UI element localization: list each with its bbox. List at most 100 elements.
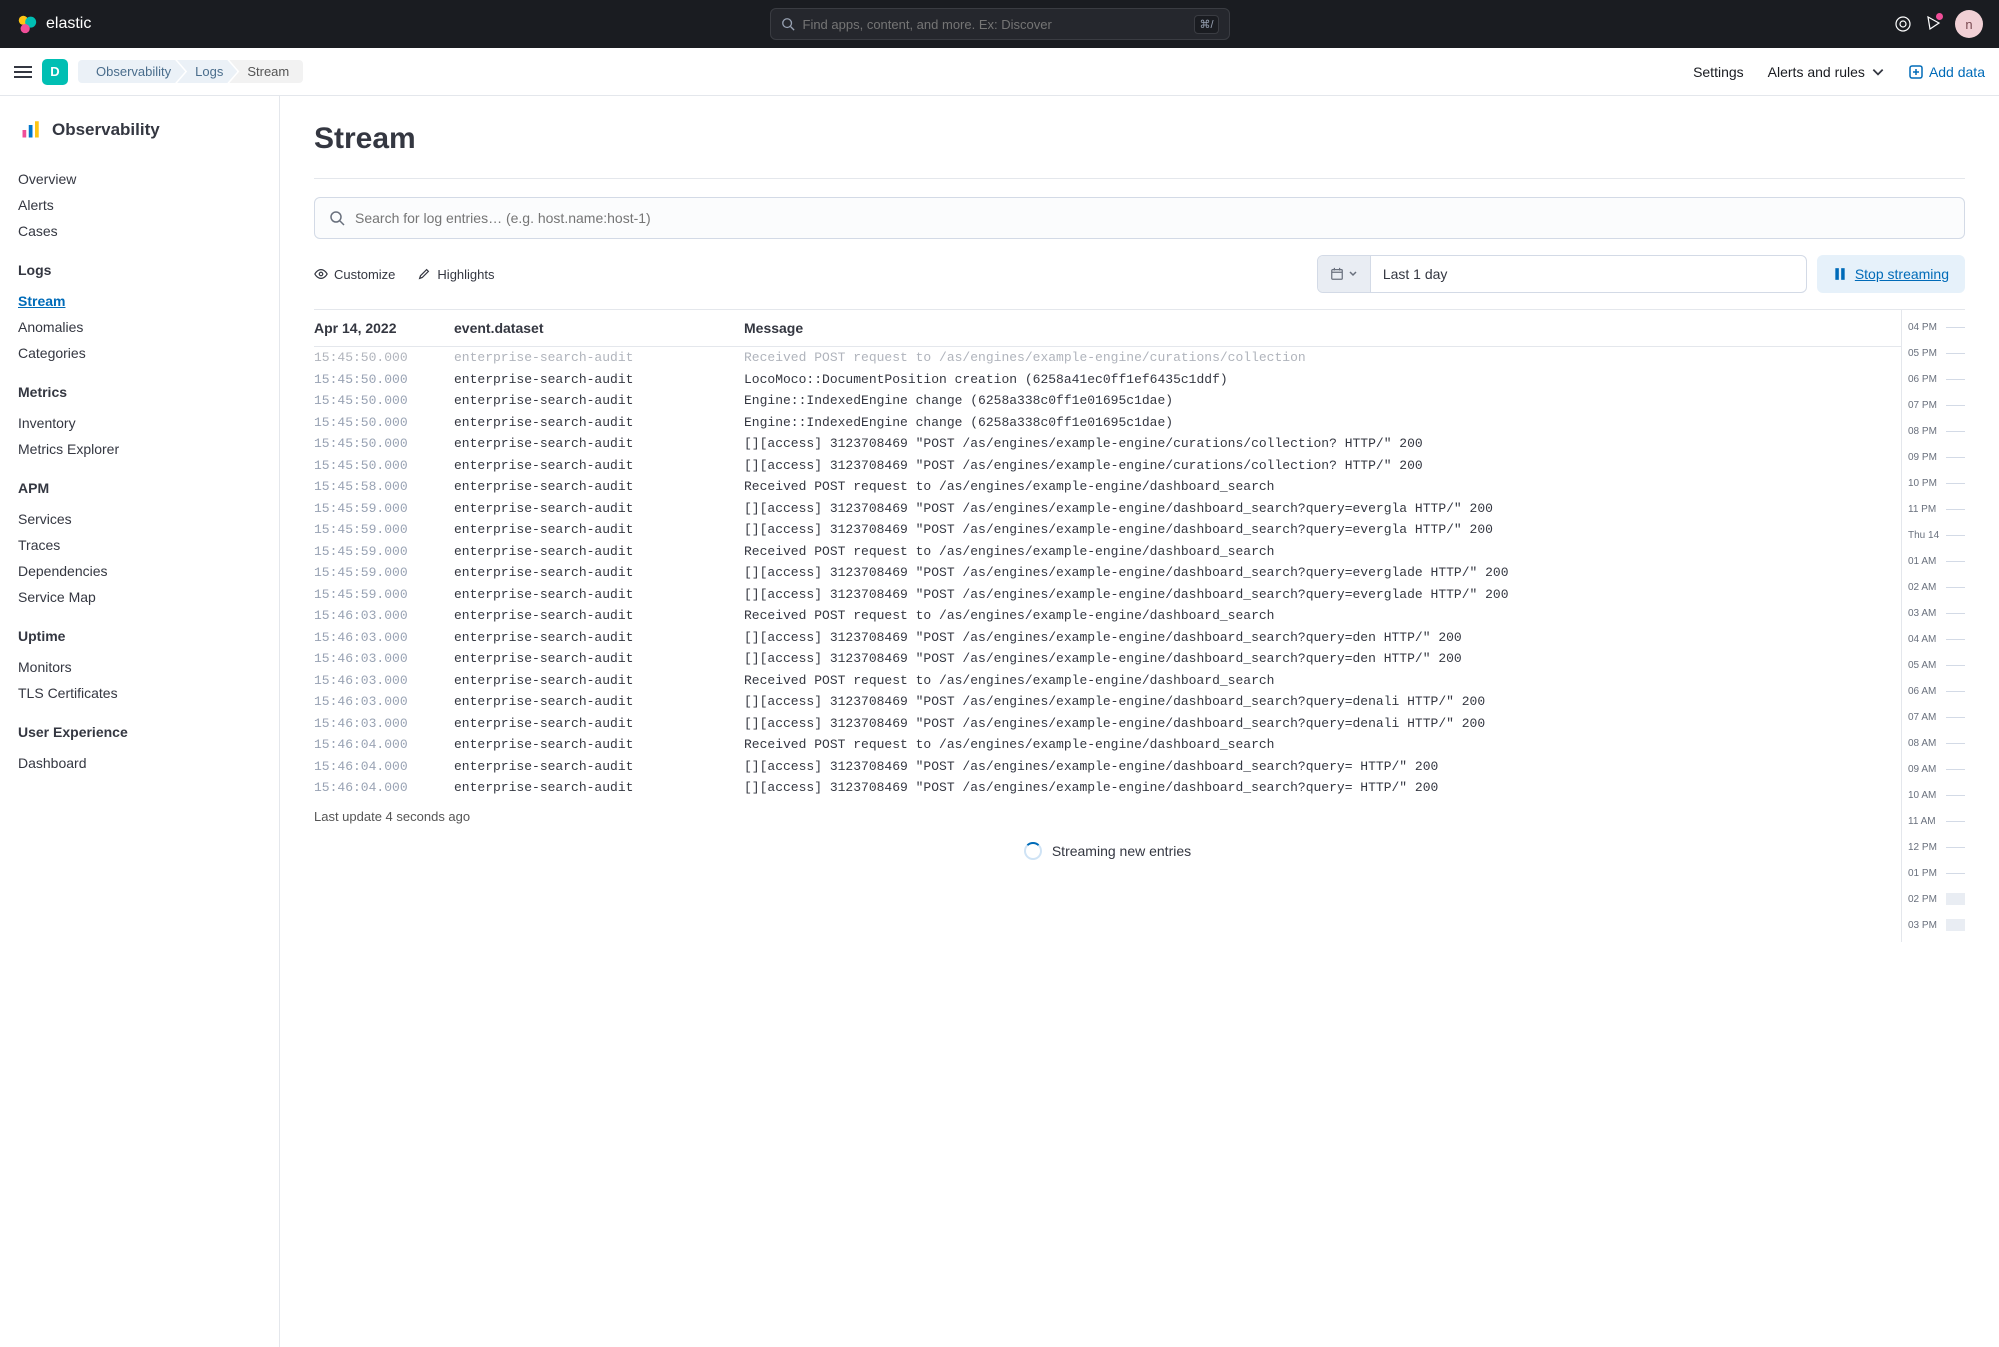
global-search-input[interactable] bbox=[803, 17, 1187, 32]
minimap-tick[interactable]: 03 AM bbox=[1908, 600, 1965, 626]
log-row[interactable]: 15:46:04.000enterprise-search-audit[][ac… bbox=[314, 777, 1901, 799]
sidebar-item-service-map[interactable]: Service Map bbox=[18, 584, 261, 610]
minimap-tick[interactable]: 05 AM bbox=[1908, 652, 1965, 678]
log-row[interactable]: 15:46:03.000enterprise-search-auditRecei… bbox=[314, 670, 1901, 692]
brand-logo[interactable]: elastic bbox=[16, 13, 91, 35]
minimap-tick[interactable]: 01 AM bbox=[1908, 548, 1965, 574]
log-row[interactable]: 15:46:04.000enterprise-search-audit[][ac… bbox=[314, 756, 1901, 778]
minimap-tick[interactable]: 06 PM bbox=[1908, 366, 1965, 392]
global-search[interactable]: ⌘/ bbox=[770, 8, 1230, 40]
breadcrumb-logs[interactable]: Logs bbox=[177, 60, 237, 83]
log-timestamp: 15:45:50.000 bbox=[314, 456, 454, 476]
minimap-tick[interactable]: 12 PM bbox=[1908, 834, 1965, 860]
log-row[interactable]: 15:46:03.000enterprise-search-audit[][ac… bbox=[314, 713, 1901, 735]
sidebar-item-inventory[interactable]: Inventory bbox=[18, 410, 261, 436]
minimap-tick[interactable]: 09 PM bbox=[1908, 444, 1965, 470]
log-row[interactable]: 15:46:04.000enterprise-search-auditRecei… bbox=[314, 734, 1901, 756]
log-message: [][access] 3123708469 "POST /as/engines/… bbox=[744, 757, 1901, 777]
log-row[interactable]: 15:45:50.000enterprise-search-audit[][ac… bbox=[314, 433, 1901, 455]
minimap-tick[interactable]: Thu 14 bbox=[1908, 522, 1965, 548]
minimap-tick[interactable]: 07 AM bbox=[1908, 704, 1965, 730]
sidebar-item-metrics-explorer[interactable]: Metrics Explorer bbox=[18, 436, 261, 462]
sidebar-item-anomalies[interactable]: Anomalies bbox=[18, 314, 261, 340]
log-dataset: enterprise-search-audit bbox=[454, 434, 744, 454]
minimap-tick[interactable]: 05 PM bbox=[1908, 340, 1965, 366]
sidebar-item-dependencies[interactable]: Dependencies bbox=[18, 558, 261, 584]
log-row[interactable]: 15:45:50.000enterprise-search-auditEngin… bbox=[314, 390, 1901, 412]
sidebar-item-monitors[interactable]: Monitors bbox=[18, 654, 261, 680]
sidebar-heading-apm: APM bbox=[18, 480, 261, 496]
time-minimap[interactable]: 04 PM05 PM06 PM07 PM08 PM09 PM10 PM11 PM… bbox=[1901, 310, 1965, 942]
main-content: Stream Customize Highlights bbox=[280, 96, 1999, 1347]
log-timestamp: 15:45:59.000 bbox=[314, 563, 454, 583]
minimap-tick[interactable]: 10 PM bbox=[1908, 470, 1965, 496]
sidebar-heading-logs: Logs bbox=[18, 262, 261, 278]
minimap-tick[interactable]: 08 AM bbox=[1908, 730, 1965, 756]
log-row[interactable]: 15:46:03.000enterprise-search-auditRecei… bbox=[314, 605, 1901, 627]
elastic-logo-icon bbox=[16, 13, 38, 35]
sidebar-item-categories[interactable]: Categories bbox=[18, 340, 261, 366]
user-avatar[interactable]: n bbox=[1955, 10, 1983, 38]
minimap-tick[interactable]: 11 PM bbox=[1908, 496, 1965, 522]
breadcrumb-observability[interactable]: Observability bbox=[78, 60, 185, 83]
sidebar-heading-user-experience: User Experience bbox=[18, 724, 261, 740]
minimap-tick[interactable]: 10 AM bbox=[1908, 782, 1965, 808]
search-kbd-hint: ⌘/ bbox=[1194, 15, 1218, 34]
log-row[interactable]: 15:45:59.000enterprise-search-audit[][ac… bbox=[314, 584, 1901, 606]
minimap-tick[interactable]: 02 AM bbox=[1908, 574, 1965, 600]
newsfeed-button[interactable] bbox=[1925, 15, 1941, 34]
minimap-tick[interactable]: 07 PM bbox=[1908, 392, 1965, 418]
log-search-input[interactable] bbox=[355, 210, 1950, 226]
minimap-tick[interactable]: 06 AM bbox=[1908, 678, 1965, 704]
highlights-button[interactable]: Highlights bbox=[417, 267, 494, 282]
sidebar-item-tls-certificates[interactable]: TLS Certificates bbox=[18, 680, 261, 706]
calendar-button[interactable] bbox=[1318, 256, 1371, 292]
sidebar-item-dashboard[interactable]: Dashboard bbox=[18, 750, 261, 776]
log-message: Received POST request to /as/engines/exa… bbox=[744, 606, 1901, 626]
minimap-tick[interactable]: 04 PM bbox=[1908, 314, 1965, 340]
log-dataset: enterprise-search-audit bbox=[454, 370, 744, 390]
log-row[interactable]: 15:45:50.000enterprise-search-auditLocoM… bbox=[314, 369, 1901, 391]
minimap-tick[interactable]: 02 PM bbox=[1908, 886, 1965, 912]
log-dataset: enterprise-search-audit bbox=[454, 520, 744, 540]
sidebar-item-overview[interactable]: Overview bbox=[18, 166, 261, 192]
minimap-tick[interactable]: 09 AM bbox=[1908, 756, 1965, 782]
minimap-tick[interactable]: 08 PM bbox=[1908, 418, 1965, 444]
log-row[interactable]: 15:45:50.000enterprise-search-auditRecei… bbox=[314, 347, 1901, 369]
help-icon[interactable] bbox=[1895, 16, 1911, 32]
sidebar-item-stream[interactable]: Stream bbox=[18, 288, 261, 314]
log-message: [][access] 3123708469 "POST /as/engines/… bbox=[744, 649, 1901, 669]
sidebar-item-alerts[interactable]: Alerts bbox=[18, 192, 261, 218]
log-row[interactable]: 15:45:59.000enterprise-search-audit[][ac… bbox=[314, 519, 1901, 541]
log-row[interactable]: 15:45:50.000enterprise-search-auditEngin… bbox=[314, 412, 1901, 434]
stop-streaming-button[interactable]: Stop streaming bbox=[1817, 255, 1965, 293]
sidebar-item-services[interactable]: Services bbox=[18, 506, 261, 532]
space-selector[interactable]: D bbox=[42, 59, 68, 85]
log-row[interactable]: 15:45:59.000enterprise-search-audit[][ac… bbox=[314, 562, 1901, 584]
minimap-tick[interactable]: 11 AM bbox=[1908, 808, 1965, 834]
log-search-bar[interactable] bbox=[314, 197, 1965, 239]
nav-toggle-button[interactable] bbox=[14, 66, 32, 78]
sidebar-item-traces[interactable]: Traces bbox=[18, 532, 261, 558]
log-row[interactable]: 15:46:03.000enterprise-search-audit[][ac… bbox=[314, 691, 1901, 713]
log-timestamp: 15:46:03.000 bbox=[314, 671, 454, 691]
search-icon bbox=[329, 210, 345, 226]
customize-button[interactable]: Customize bbox=[314, 267, 395, 282]
log-dataset: enterprise-search-audit bbox=[454, 477, 744, 497]
minimap-tick[interactable]: 01 PM bbox=[1908, 860, 1965, 886]
alerts-rules-menu[interactable]: Alerts and rules bbox=[1768, 64, 1885, 80]
log-row[interactable]: 15:45:59.000enterprise-search-audit[][ac… bbox=[314, 498, 1901, 520]
settings-link[interactable]: Settings bbox=[1693, 64, 1744, 80]
log-row[interactable]: 15:46:03.000enterprise-search-audit[][ac… bbox=[314, 627, 1901, 649]
log-message: [][access] 3123708469 "POST /as/engines/… bbox=[744, 456, 1901, 476]
log-row[interactable]: 15:45:50.000enterprise-search-audit[][ac… bbox=[314, 455, 1901, 477]
spinner-icon bbox=[1024, 842, 1042, 860]
log-row[interactable]: 15:46:03.000enterprise-search-audit[][ac… bbox=[314, 648, 1901, 670]
minimap-tick[interactable]: 04 AM bbox=[1908, 626, 1965, 652]
minimap-tick[interactable]: 03 PM bbox=[1908, 912, 1965, 938]
log-row[interactable]: 15:45:58.000enterprise-search-auditRecei… bbox=[314, 476, 1901, 498]
add-data-link[interactable]: Add data bbox=[1909, 64, 1985, 80]
date-range-picker[interactable]: Last 1 day bbox=[1317, 255, 1807, 293]
log-row[interactable]: 15:45:59.000enterprise-search-auditRecei… bbox=[314, 541, 1901, 563]
sidebar-item-cases[interactable]: Cases bbox=[18, 218, 261, 244]
